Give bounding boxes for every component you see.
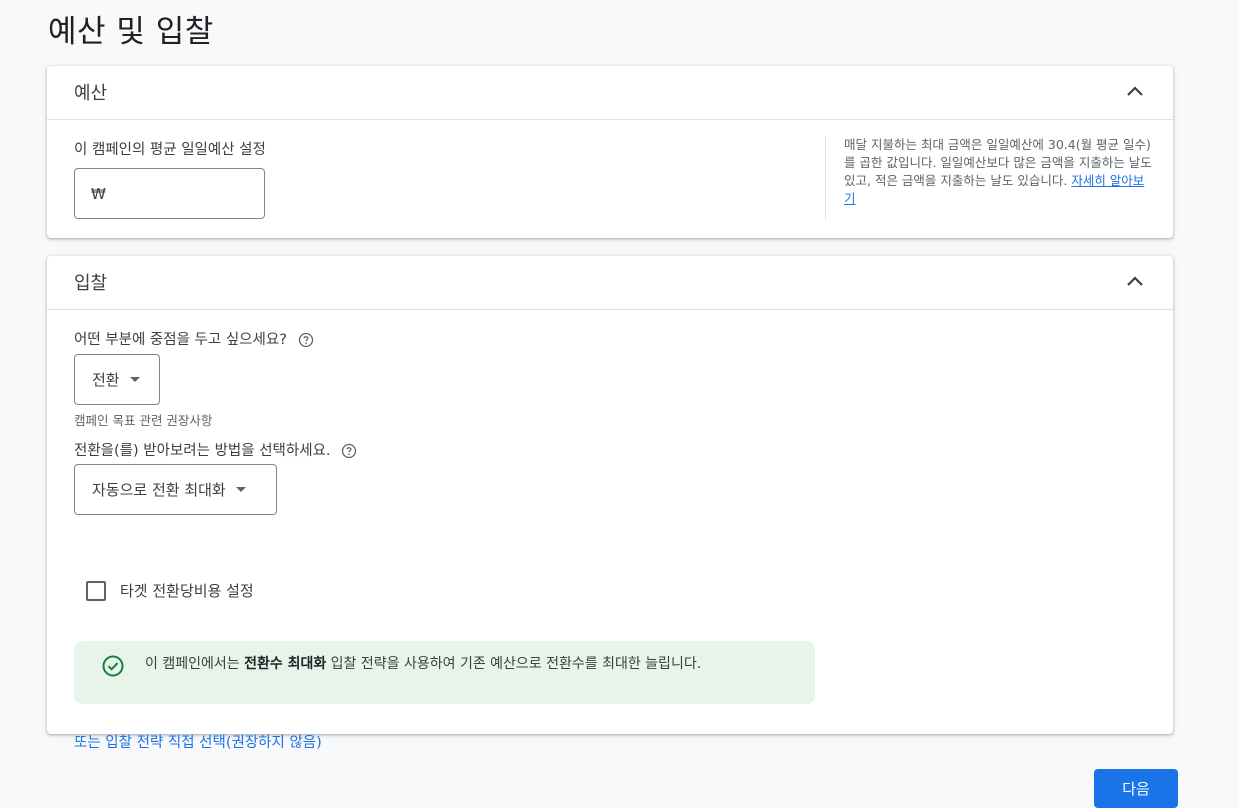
chevron-up-icon[interactable]: [1123, 80, 1147, 104]
vertical-divider: [825, 136, 826, 220]
bidding-card-title: 입찰: [74, 273, 108, 294]
focus-question-row: 어떤 부분에 중점을 두고 싶으세요?: [74, 328, 314, 349]
bidding-card-body: 어떤 부분에 중점을 두고 싶으세요? 전환 캠페인 목표 관련 권장사항 전환…: [47, 310, 1173, 751]
dropdown-caret-icon: [235, 487, 246, 492]
budget-field-label: 이 캠페인의 평균 일일예산 설정: [74, 142, 266, 158]
chevron-up-icon[interactable]: [1123, 270, 1147, 294]
choose-strategy-link[interactable]: 또는 입찰 전략 직접 선택(권장하지 않음): [74, 731, 322, 752]
next-button[interactable]: 다음: [1094, 769, 1178, 808]
focus-select[interactable]: 전환: [74, 354, 160, 405]
help-icon[interactable]: [341, 443, 357, 459]
info-suffix: 입찰 전략을 사용하여 기존 예산으로 전환수를 최대한 늘립니다.: [326, 656, 702, 672]
method-select[interactable]: 자동으로 전환 최대화: [74, 464, 277, 515]
target-cpa-label: 타겟 전환당비용 설정: [120, 582, 254, 600]
info-bold: 전환수 최대화: [244, 656, 327, 672]
info-prefix: 이 캠페인에서는: [145, 656, 245, 672]
daily-budget-input[interactable]: ₩: [74, 168, 265, 219]
bidding-card: 입찰 어떤 부분에 중점을 두고 싶으세요? 전환 캠페인 목표 관련 권장사항…: [47, 256, 1173, 751]
budget-card-body: 이 캠페인의 평균 일일예산 설정 ₩ 매달 지불하는 최대 금액은 일일예산에…: [47, 120, 1173, 238]
method-question: 전환을(를) 받아보려는 방법을 선택하세요.: [74, 443, 331, 459]
page-title: 예산 및 입찰: [48, 14, 214, 50]
budget-card-header[interactable]: 예산: [47, 66, 1173, 120]
strategy-info-box: 이 캠페인에서는 전환수 최대화 입찰 전략을 사용하여 기존 예산으로 전환수…: [74, 641, 815, 704]
focus-select-value: 전환: [92, 371, 120, 389]
dropdown-caret-icon: [129, 377, 140, 382]
currency-symbol: ₩: [91, 184, 106, 203]
budget-card-title: 예산: [74, 83, 108, 104]
bidding-card-header[interactable]: 입찰: [47, 256, 1173, 310]
budget-card: 예산 이 캠페인의 평균 일일예산 설정 ₩ 매달 지불하는 최대 금액은 일일…: [47, 66, 1173, 238]
focus-note: 캠페인 목표 관련 권장사항: [74, 413, 213, 428]
strategy-info-text: 이 캠페인에서는 전환수 최대화 입찰 전략을 사용하여 기존 예산으로 전환수…: [145, 653, 795, 675]
focus-question: 어떤 부분에 중점을 두고 싶으세요?: [74, 332, 287, 348]
budget-help-text: 매달 지불하는 최대 금액은 일일예산에 30.4(월 평균 일수)를 곱한 값…: [844, 136, 1154, 208]
method-select-value: 자동으로 전환 최대화: [92, 481, 226, 499]
daily-budget-field[interactable]: [111, 183, 246, 204]
method-question-row: 전환을(를) 받아보려는 방법을 선택하세요.: [74, 439, 357, 460]
target-cpa-row[interactable]: 타겟 전환당비용 설정: [86, 580, 254, 601]
help-icon[interactable]: [298, 332, 314, 348]
check-circle-icon: [102, 655, 124, 677]
target-cpa-checkbox[interactable]: [86, 580, 106, 601]
